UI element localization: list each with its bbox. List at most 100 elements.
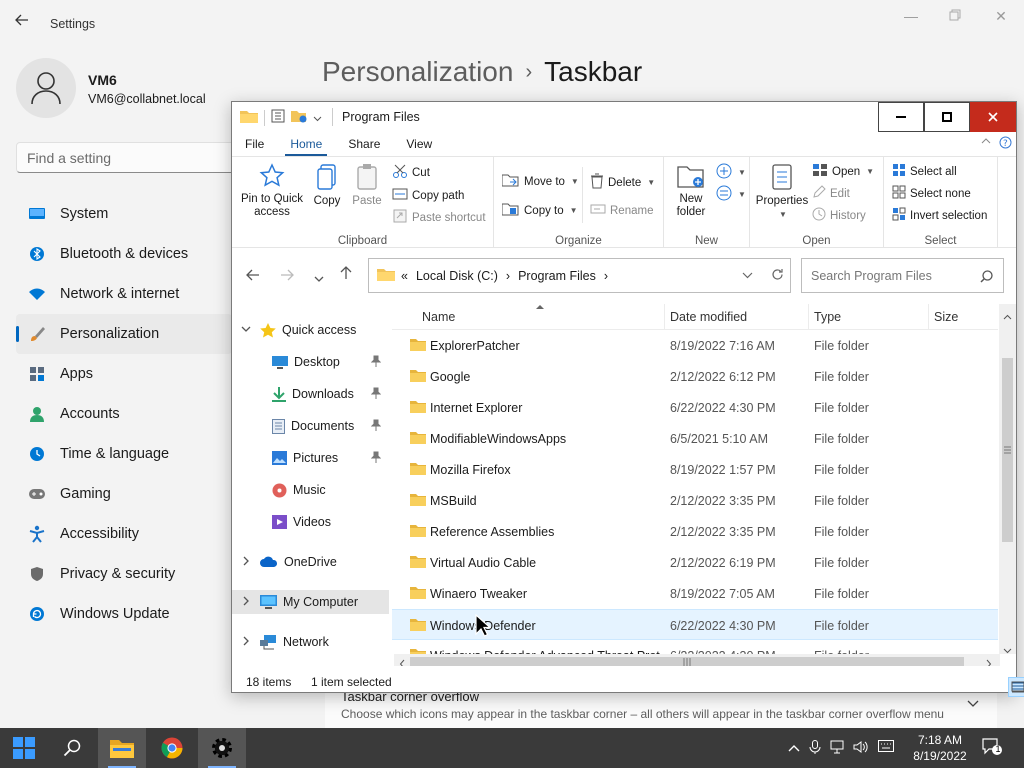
maximize-icon[interactable] bbox=[940, 8, 970, 28]
tree-onedrive[interactable]: OneDrive bbox=[232, 550, 389, 574]
tab-file[interactable]: File bbox=[232, 132, 277, 156]
chevron-down-icon[interactable] bbox=[967, 697, 979, 711]
table-row[interactable]: Reference Assemblies 2/12/2022 3:35 PM Fil… bbox=[392, 516, 998, 547]
volume-icon[interactable] bbox=[853, 740, 869, 757]
clock[interactable]: 7:18 AM 8/19/2022 bbox=[900, 732, 980, 764]
tab-share[interactable]: Share bbox=[335, 132, 393, 156]
collapse-icon[interactable] bbox=[240, 325, 252, 336]
tab-home[interactable]: Home bbox=[277, 132, 335, 156]
table-row[interactable]: Internet Explorer 6/22/2022 4:30 PM File f… bbox=[392, 392, 998, 423]
table-row[interactable]: MSBuild 2/12/2022 3:35 PM File folder bbox=[392, 485, 998, 516]
address-bar[interactable]: « Local Disk (C:) › Program Files › bbox=[368, 258, 791, 293]
new-item-button[interactable]: ▼ bbox=[716, 163, 746, 182]
expand-icon[interactable] bbox=[240, 636, 252, 649]
nav-item-windows-update[interactable]: Windows Update bbox=[16, 594, 232, 634]
up-arrow-icon[interactable] bbox=[340, 266, 352, 283]
mic-icon[interactable] bbox=[809, 740, 821, 757]
new-folder-icon[interactable] bbox=[291, 109, 307, 126]
chevron-down-icon[interactable] bbox=[313, 110, 322, 125]
pin-icon[interactable] bbox=[370, 387, 382, 402]
invert-selection-button[interactable]: Invert selection bbox=[892, 207, 987, 224]
notification-button[interactable]: 1 bbox=[982, 738, 1004, 758]
tree-network[interactable]: Network bbox=[232, 630, 389, 654]
table-row[interactable]: Google 2/12/2022 6:12 PM File folder bbox=[392, 361, 998, 392]
nav-item-accessibility[interactable]: Accessibility bbox=[16, 514, 232, 554]
rename-button[interactable]: Rename bbox=[590, 202, 653, 219]
search-icon[interactable] bbox=[980, 270, 1006, 286]
scroll-down-icon[interactable] bbox=[1003, 642, 1012, 657]
history-button[interactable]: History bbox=[812, 207, 866, 224]
forward-arrow-icon[interactable] bbox=[280, 268, 294, 284]
address-separator[interactable]: › bbox=[506, 269, 510, 283]
recent-locations-icon[interactable] bbox=[314, 270, 324, 286]
nav-item-bluetooth[interactable]: Bluetooth & devices bbox=[16, 234, 232, 274]
new-folder-button[interactable]: New folder bbox=[670, 163, 712, 219]
vertical-scrollbar[interactable] bbox=[999, 304, 1016, 654]
back-arrow-icon[interactable] bbox=[14, 12, 34, 32]
expand-icon[interactable] bbox=[240, 596, 252, 609]
select-none-button[interactable]: Select none bbox=[892, 185, 971, 202]
column-name[interactable]: Name bbox=[422, 310, 455, 324]
scroll-thumb[interactable] bbox=[1002, 358, 1013, 542]
column-size[interactable]: Size bbox=[934, 310, 958, 324]
taskbar-file-explorer[interactable] bbox=[98, 728, 146, 768]
nav-item-privacy[interactable]: Privacy & security bbox=[16, 554, 232, 594]
maximize-button[interactable] bbox=[924, 102, 970, 132]
table-row[interactable]: Winaero Tweaker 8/19/2022 7:05 AM File fol… bbox=[392, 578, 998, 609]
scroll-thumb[interactable] bbox=[410, 657, 964, 666]
edit-button[interactable]: Edit bbox=[812, 185, 850, 202]
pin-icon[interactable] bbox=[370, 419, 382, 434]
move-to-button[interactable]: Move to ▼ bbox=[501, 173, 579, 190]
table-row[interactable]: ModifiableWindowsApps 6/5/2021 5:10 AM Fil… bbox=[392, 423, 998, 454]
taskbar-corner-overflow-card[interactable]: Taskbar corner overflow Choose which ico… bbox=[325, 688, 997, 728]
divider[interactable] bbox=[928, 304, 929, 330]
find-setting-input[interactable]: Find a setting bbox=[16, 142, 246, 173]
copy-to-button[interactable]: Copy to ▼ bbox=[501, 202, 578, 219]
open-button[interactable]: Open ▼ bbox=[812, 163, 874, 180]
properties-button[interactable]: Properties ▼ bbox=[754, 163, 810, 221]
chevron-up-icon[interactable] bbox=[788, 740, 800, 757]
divider[interactable] bbox=[664, 304, 665, 330]
table-row[interactable]: ExplorerPatcher 8/19/2022 7:16 AM File fol… bbox=[392, 330, 998, 361]
nav-item-network[interactable]: Network & internet bbox=[16, 274, 232, 314]
pin-icon[interactable] bbox=[370, 355, 382, 370]
nav-item-accounts[interactable]: Accounts bbox=[16, 394, 232, 434]
easy-access-button[interactable]: ▼ bbox=[716, 185, 746, 204]
close-button[interactable] bbox=[970, 102, 1016, 132]
nav-item-apps[interactable]: Apps bbox=[16, 354, 232, 394]
address-part-local-disk[interactable]: Local Disk (C:) bbox=[416, 269, 498, 283]
properties-icon[interactable] bbox=[271, 109, 285, 126]
column-date-modified[interactable]: Date modified bbox=[670, 310, 747, 324]
address-overflow[interactable]: « bbox=[401, 269, 408, 283]
close-icon[interactable]: ✕ bbox=[986, 8, 1016, 28]
nav-item-gaming[interactable]: Gaming bbox=[16, 474, 232, 514]
tree-desktop[interactable]: Desktop bbox=[232, 350, 389, 374]
search-input[interactable]: Search Program Files bbox=[801, 258, 1004, 293]
search-button[interactable] bbox=[48, 728, 96, 768]
help-icon[interactable]: ? bbox=[999, 136, 1012, 152]
tree-videos[interactable]: Videos bbox=[232, 510, 389, 534]
scroll-left-icon[interactable] bbox=[399, 657, 405, 666]
pin-icon[interactable] bbox=[370, 451, 382, 466]
column-type[interactable]: Type bbox=[814, 310, 841, 324]
keyboard-icon[interactable] bbox=[878, 740, 894, 757]
chevron-down-icon[interactable] bbox=[742, 268, 753, 284]
address-separator[interactable]: › bbox=[604, 269, 608, 283]
select-all-button[interactable]: Select all bbox=[892, 163, 957, 180]
tree-downloads[interactable]: Downloads bbox=[232, 382, 389, 406]
tree-documents[interactable]: Documents bbox=[232, 414, 389, 438]
start-button[interactable] bbox=[0, 728, 48, 768]
expand-icon[interactable] bbox=[240, 556, 252, 569]
minimize-icon[interactable]: — bbox=[896, 8, 926, 28]
scroll-right-icon[interactable] bbox=[986, 657, 992, 666]
copy-path-button[interactable]: Copy path bbox=[392, 187, 464, 204]
explorer-titlebar[interactable]: Program Files bbox=[232, 102, 1016, 132]
divider[interactable] bbox=[808, 304, 809, 330]
nav-item-time-language[interactable]: Time & language bbox=[16, 434, 232, 474]
tree-music[interactable]: Music bbox=[232, 478, 389, 502]
breadcrumb-parent[interactable]: Personalization bbox=[322, 56, 513, 87]
collapse-ribbon-icon[interactable] bbox=[981, 136, 991, 152]
large-icons-view-icon[interactable] bbox=[1008, 677, 1024, 697]
taskbar-chrome[interactable] bbox=[148, 728, 196, 768]
minimize-button[interactable] bbox=[878, 102, 924, 132]
